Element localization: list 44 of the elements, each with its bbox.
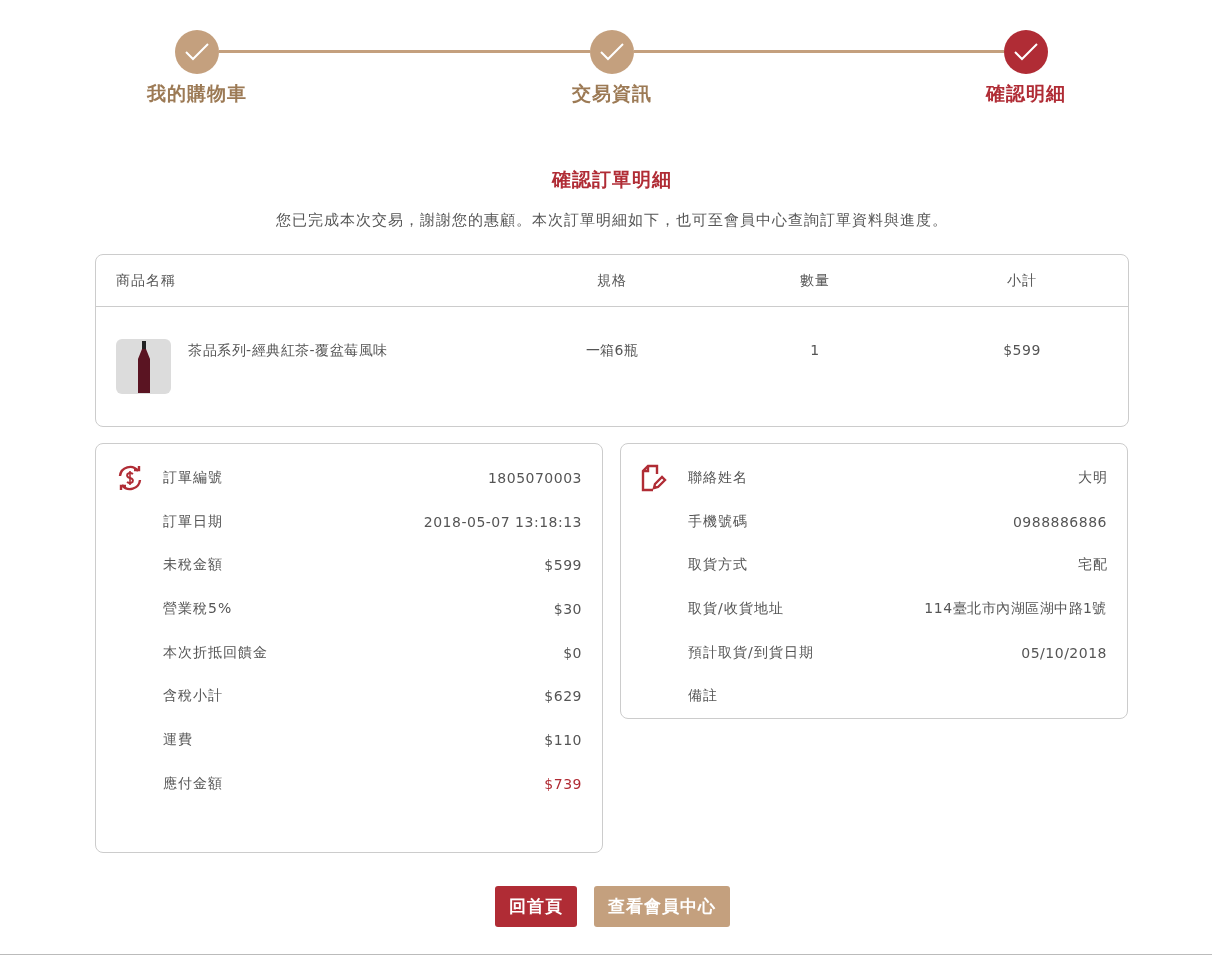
info-value: $599 [544, 557, 582, 574]
info-value: $739 [544, 775, 582, 792]
info-label: 訂單編號 [163, 468, 223, 487]
column-header: 小計 [1007, 271, 1037, 290]
action-button[interactable]: 回首頁 [494, 885, 577, 927]
table-cell: 1 [810, 342, 820, 358]
info-label: 預計取貨/到貨日期 [688, 643, 814, 662]
info-label: 營業稅5% [163, 599, 233, 618]
column-header: 商品名稱 [115, 271, 176, 290]
info-value: $110 [544, 731, 582, 748]
info-label: 取貨方式 [688, 556, 748, 575]
info-value: $30 [553, 600, 582, 617]
table-cell: $599 [1003, 342, 1041, 358]
info-label: 含稅小計 [163, 687, 223, 706]
info-value: 2018-05-07 13:18:13 [423, 513, 582, 530]
table-cell: 一箱6瓶 [585, 342, 639, 360]
dollar-cycle-icon [116, 464, 144, 492]
thank-you-message: 您已完成本次交易，謝謝您的惠顧。本次訂單明細如下，也可至會員中心查詢訂單資料與進度。 [276, 211, 948, 230]
bottle-icon [136, 340, 151, 393]
info-label: 運費 [163, 730, 193, 749]
product-name: 茶品系列-經典紅茶-覆盆莓風味 [188, 342, 388, 360]
info-value: 114臺北市內湖區湖中路1號 [924, 599, 1107, 618]
step-label: 確認明細 [986, 81, 1066, 106]
info-label: 聯絡姓名 [688, 468, 748, 487]
column-header: 數量 [800, 271, 830, 290]
info-value: 大明 [1078, 468, 1107, 487]
info-value: $0 [563, 644, 582, 661]
info-value: 05/10/2018 [1021, 644, 1107, 661]
info-label: 取貨/收貨地址 [688, 599, 784, 618]
info-label: 本次折抵回饋金 [163, 643, 268, 662]
info-label: 應付金額 [163, 774, 223, 793]
column-header: 規格 [597, 271, 627, 290]
info-value: 1805070003 [487, 469, 582, 486]
step-label: 交易資訊 [571, 81, 652, 106]
info-label: 未稅金額 [163, 556, 223, 575]
info-value: $629 [544, 688, 582, 705]
info-label: 訂單日期 [163, 512, 223, 531]
info-label: 手機號碼 [688, 512, 748, 531]
page-title: 確認訂單明細 [552, 167, 672, 192]
step-label: 我的購物車 [147, 81, 247, 106]
info-value: 0988886886 [1012, 513, 1107, 530]
document-edit-icon [641, 464, 667, 492]
info-value: 宅配 [1078, 556, 1107, 575]
info-label: 備註 [688, 687, 718, 706]
